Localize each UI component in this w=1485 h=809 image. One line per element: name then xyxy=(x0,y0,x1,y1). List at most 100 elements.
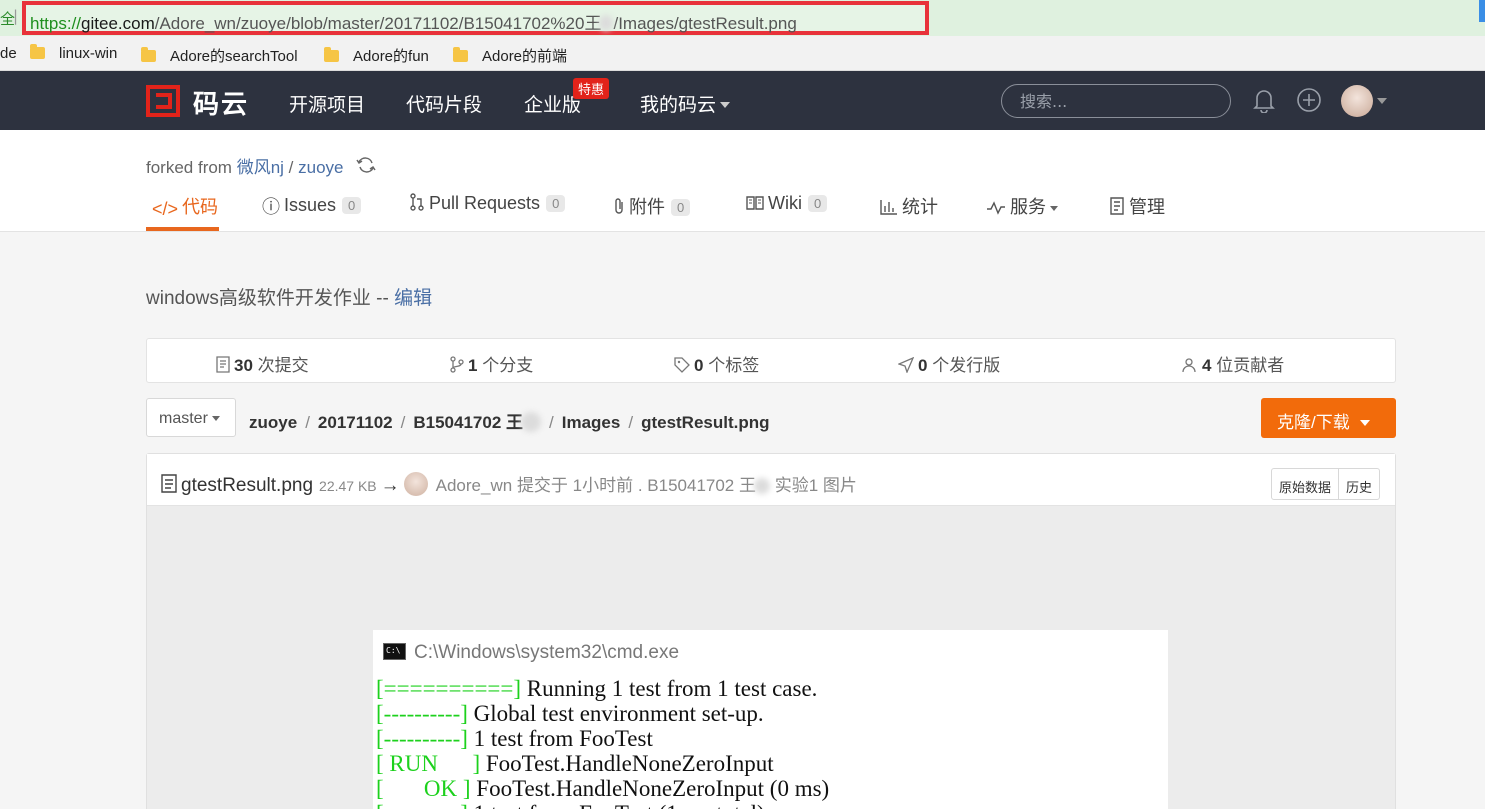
tab-pull-requests-count: 0 xyxy=(546,195,566,212)
tab-code-label: 代码 xyxy=(182,197,219,217)
history-button[interactable]: 历史 xyxy=(1338,469,1379,499)
stat-commits[interactable]: 30 次提交 xyxy=(216,351,309,376)
file-actions: 原始数据 历史 xyxy=(1271,468,1381,500)
tab-issues[interactable]: ⓘ Issues 0 xyxy=(262,193,362,219)
send-icon xyxy=(898,357,914,373)
tag-icon xyxy=(674,357,690,373)
bookmarks-bar: de linux-win Adore的searchTool Adore的fun … xyxy=(0,36,1485,71)
crumb-file: gtestResult.png xyxy=(641,413,770,432)
file-size: 22.47 KB xyxy=(319,478,377,494)
tab-attachments-label: 附件 xyxy=(629,197,665,217)
stat-contributors[interactable]: 4 位贡献者 xyxy=(1180,351,1284,376)
code-icon: </> xyxy=(152,199,179,219)
crumb-repo[interactable]: zuoye xyxy=(249,413,297,432)
chevron-down-icon xyxy=(720,102,731,108)
console-tag: [ RUN ] xyxy=(376,751,481,776)
console-text: 1 test from FooTest xyxy=(467,726,653,751)
bookmark-linux-win[interactable]: linux-win xyxy=(30,44,117,62)
clone-download-button[interactable]: 克隆/下载 xyxy=(1261,398,1396,438)
chevron-down-icon xyxy=(211,416,220,421)
tab-wiki[interactable]: Wiki 0 xyxy=(746,193,828,214)
stat-branches[interactable]: 1 个分支 xyxy=(450,351,533,376)
pulse-icon xyxy=(987,201,1005,215)
gitee-logo-icon[interactable] xyxy=(146,85,180,117)
chevron-down-icon[interactable] xyxy=(1377,98,1387,104)
user-avatar[interactable] xyxy=(1341,85,1373,117)
chevron-down-icon xyxy=(1359,420,1370,426)
stat-commits-num: 30 xyxy=(234,356,253,375)
console-line: [----------] 1 test from FooTest xyxy=(376,726,653,752)
branch-icon xyxy=(450,356,464,373)
crumb-folder[interactable]: 20171102 xyxy=(318,413,393,432)
console-line: [==========] Running 1 test from 1 test … xyxy=(376,676,817,702)
url-path: /Adore_wn/zuoye/blob/master/20171102/B15… xyxy=(154,14,602,33)
commit-icon xyxy=(216,356,230,373)
file-icon xyxy=(161,474,177,493)
tab-services-label: 服务 xyxy=(1010,197,1046,217)
crumb-separator: / xyxy=(549,413,554,432)
commit-author[interactable]: Adore_wn xyxy=(436,476,513,495)
forked-sep: / xyxy=(283,158,299,177)
console-line: [ RUN ] FooTest.HandleNoneZeroInput xyxy=(376,751,774,777)
console-tag: [----------] xyxy=(376,701,468,726)
tab-code[interactable]: </> 代码 xyxy=(152,193,218,220)
folder-icon xyxy=(141,47,156,62)
tab-statistics[interactable]: 统计 xyxy=(880,193,938,219)
description-sep: -- xyxy=(370,288,395,309)
crumb-subfolder[interactable]: B15041702 王 xyxy=(413,413,523,432)
bell-icon[interactable] xyxy=(1253,87,1275,113)
logo-text[interactable]: 码云 xyxy=(193,84,249,121)
redacted-mark xyxy=(753,478,770,494)
console-text: Global test environment set-up. xyxy=(467,701,764,726)
tab-issues-count: 0 xyxy=(342,197,362,214)
stat-branches-label: 个分支 xyxy=(477,356,534,375)
bookmark-fun[interactable]: Adore的fun xyxy=(324,45,429,66)
edit-description-link[interactable]: 编辑 xyxy=(394,288,432,309)
tab-manage[interactable]: 管理 xyxy=(1109,193,1165,219)
book-icon xyxy=(746,196,764,210)
url-host: gitee.com xyxy=(81,14,155,33)
url-field[interactable]: https://gitee.com/Adore_wn/zuoye/blob/ma… xyxy=(22,1,929,35)
search-input[interactable] xyxy=(1001,84,1231,118)
raw-button[interactable]: 原始数据 xyxy=(1272,469,1338,499)
console-text: 1 test from FooTest (1 ms total) xyxy=(468,801,765,809)
tab-services[interactable]: 服务 xyxy=(986,193,1058,219)
active-tab-indicator xyxy=(146,227,219,231)
file-header: gtestResult.png 22.47 KB → Adore_wn 提交于 1小时… xyxy=(147,454,1395,506)
bar-chart-icon xyxy=(880,200,897,215)
bookmark-label: Adore的前端 xyxy=(482,48,568,65)
tab-attachments[interactable]: 附件 0 xyxy=(613,193,691,219)
stat-tags[interactable]: 0 个标签 xyxy=(674,351,759,376)
redacted-mark xyxy=(521,412,541,432)
promo-badge: 特惠 xyxy=(573,78,610,99)
console-text: FooTest.HandleNoneZeroInput xyxy=(480,751,774,776)
nav-snippets[interactable]: 代码片段 xyxy=(406,90,482,117)
tab-manage-label: 管理 xyxy=(1129,197,1165,217)
address-bar: 全 | https://gitee.com/Adore_wn/zuoye/blo… xyxy=(0,0,1485,36)
branch-selector[interactable]: master xyxy=(146,398,236,437)
bookmark-searchtool[interactable]: Adore的searchTool xyxy=(141,45,298,66)
commit-author-avatar[interactable] xyxy=(403,472,428,496)
stat-releases-label: 个发行版 xyxy=(927,356,1001,375)
bookmark-de[interactable]: de xyxy=(0,45,17,62)
tab-pull-requests[interactable]: Pull Requests 0 xyxy=(409,193,566,214)
bookmark-frontend[interactable]: Adore的前端 xyxy=(453,45,567,66)
nav-my-gitee-label: 我的码云 xyxy=(640,94,717,116)
forked-repo-link[interactable]: zuoye xyxy=(298,158,343,177)
paperclip-icon xyxy=(615,198,623,214)
nav-open-source[interactable]: 开源项目 xyxy=(289,90,365,117)
bookmark-label: Adore的searchTool xyxy=(170,48,298,65)
stat-releases[interactable]: 0 个发行版 xyxy=(898,351,1000,376)
console-title: C:\Windows\system32\cmd.exe xyxy=(383,642,679,664)
forked-owner-link[interactable]: 微风nj xyxy=(237,158,284,177)
plus-circle-icon[interactable] xyxy=(1296,87,1322,113)
url-text: https://gitee.com/Adore_wn/zuoye/blob/ma… xyxy=(30,9,797,34)
repo-stats: 30 次提交 1 个分支 0 个标签 0 个发行版 4 位贡献者 xyxy=(146,338,1396,383)
folder-icon xyxy=(453,47,468,62)
tab-issues-label: Issues xyxy=(284,195,337,215)
nav-my-gitee[interactable]: 我的码云 xyxy=(640,90,731,117)
crumb-images[interactable]: Images xyxy=(562,413,621,432)
sync-icon[interactable] xyxy=(356,155,376,175)
document-icon xyxy=(1110,197,1124,215)
scrollbar-edge xyxy=(1479,0,1485,22)
